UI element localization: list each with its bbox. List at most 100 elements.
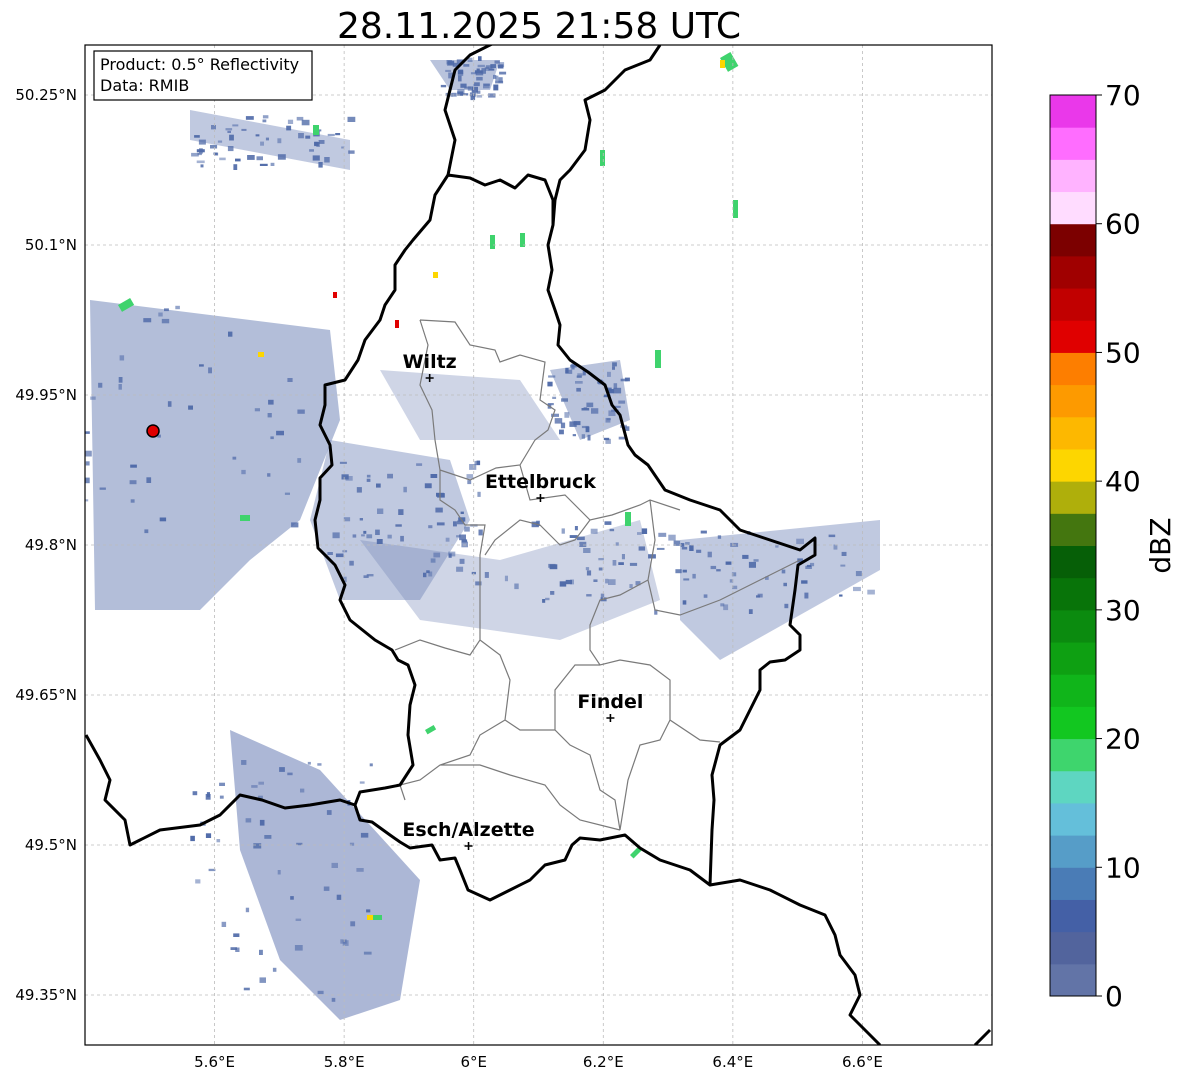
echo-cell xyxy=(453,521,457,527)
echo-cell xyxy=(395,524,402,527)
colorbar-segment xyxy=(1050,384,1096,418)
echo-cell xyxy=(581,425,589,429)
echo-cell xyxy=(55,490,63,493)
echo-cell xyxy=(504,575,508,582)
echo-cell xyxy=(609,528,615,532)
echo-cell xyxy=(287,772,293,776)
echo-cell xyxy=(621,554,625,560)
echo-cell xyxy=(200,164,204,168)
echo-cell xyxy=(317,990,324,995)
echo-cell xyxy=(801,580,808,584)
echo-cell xyxy=(459,558,465,564)
echo-cell xyxy=(225,128,233,131)
latitude-ticks: 50.25°N 50.1°N 49.95°N 49.8°N 49.65°N 49.5°N 4… xyxy=(15,86,77,1004)
colorbar-segment xyxy=(1050,448,1096,482)
echo-cell xyxy=(340,939,347,944)
colorbar-segment xyxy=(1050,738,1096,772)
echo-cell xyxy=(259,819,265,826)
echo-cell xyxy=(460,511,464,514)
colorbar-segment xyxy=(1050,255,1096,289)
echo-cell xyxy=(433,552,441,558)
echo-cell xyxy=(232,456,237,460)
echo-cell xyxy=(440,84,447,88)
echo-cell xyxy=(331,862,338,868)
echo-cell xyxy=(208,367,212,374)
echo-cell xyxy=(297,458,302,463)
echo-cell xyxy=(198,139,206,145)
echo-cell xyxy=(612,366,615,370)
echo-cell xyxy=(210,144,218,149)
echo-cell xyxy=(245,818,252,823)
city-marker xyxy=(464,842,473,850)
lon-tick-label: 6.2°E xyxy=(583,1053,624,1071)
colorbar-segment xyxy=(1050,609,1096,643)
lat-tick-label: 49.95°N xyxy=(15,386,77,404)
echo-cell xyxy=(700,530,707,534)
echo-cell xyxy=(473,82,480,87)
echo-cell xyxy=(565,579,572,585)
echo-cell xyxy=(290,896,294,900)
echo-cell xyxy=(436,522,445,526)
echo-cell xyxy=(347,116,356,122)
echo-cell xyxy=(267,413,272,418)
echo-cell xyxy=(682,569,687,573)
echo-cell xyxy=(270,436,274,440)
echo-cell xyxy=(219,795,224,799)
echo-cell xyxy=(216,839,221,843)
echo-cell xyxy=(477,491,481,497)
echo-cell xyxy=(488,68,495,71)
echo-cell xyxy=(284,492,290,495)
echo-cell xyxy=(233,164,238,170)
echo-cell xyxy=(583,548,591,553)
echo-cell xyxy=(327,133,335,137)
echo-cell xyxy=(85,431,90,434)
echo-cell xyxy=(279,767,285,772)
echo-cell xyxy=(585,567,590,571)
echo-cell xyxy=(600,593,605,599)
echo-cell xyxy=(318,162,323,168)
echo-cell xyxy=(118,384,122,390)
echo-cell xyxy=(841,551,847,556)
echo-cell xyxy=(565,369,573,374)
echo-cell xyxy=(366,534,373,539)
echo-cell xyxy=(345,476,353,481)
echo-cell xyxy=(247,155,255,160)
echo-cell xyxy=(477,64,485,68)
echo-cell xyxy=(547,381,553,387)
echo-cell xyxy=(119,355,125,361)
echo-cell xyxy=(241,469,246,475)
echo-cell xyxy=(217,140,223,143)
echo-cell xyxy=(85,477,90,484)
echo-cell xyxy=(458,75,462,82)
colorbar-segment xyxy=(1050,674,1096,707)
colorbar-segment xyxy=(1050,320,1096,353)
echo-cell xyxy=(228,331,233,337)
echo-cell xyxy=(296,116,304,121)
echo-cell xyxy=(560,422,566,429)
echo-cell xyxy=(219,157,226,161)
echo-cell xyxy=(259,163,268,166)
echo-cell xyxy=(294,945,303,951)
echo-cell xyxy=(192,791,198,796)
echo-cell xyxy=(581,408,590,411)
echo-cell xyxy=(484,572,489,578)
echo-cell xyxy=(423,572,427,578)
echo-cell xyxy=(853,586,861,592)
echo-cell xyxy=(559,429,564,435)
echo-cell xyxy=(267,473,271,477)
echo-cell xyxy=(211,125,216,130)
echo-cell xyxy=(493,84,499,91)
echo-cell xyxy=(839,594,843,597)
echo-cell xyxy=(356,487,362,493)
echo-cell xyxy=(175,305,180,310)
radar-echo-layer xyxy=(55,52,880,1020)
colorbar: 0 10 20 30 40 50 60 70 dBZ xyxy=(1049,79,1177,1013)
echo-cell xyxy=(569,421,577,427)
echo-cell xyxy=(586,570,592,576)
echo-cell xyxy=(297,409,305,414)
echo-cell xyxy=(545,597,550,601)
info-box: Product: 0.5° Reflectivity Data: RMIB xyxy=(93,50,313,101)
echo-cell xyxy=(488,93,496,98)
echo-cell xyxy=(478,529,483,536)
echo-cell xyxy=(369,763,373,767)
